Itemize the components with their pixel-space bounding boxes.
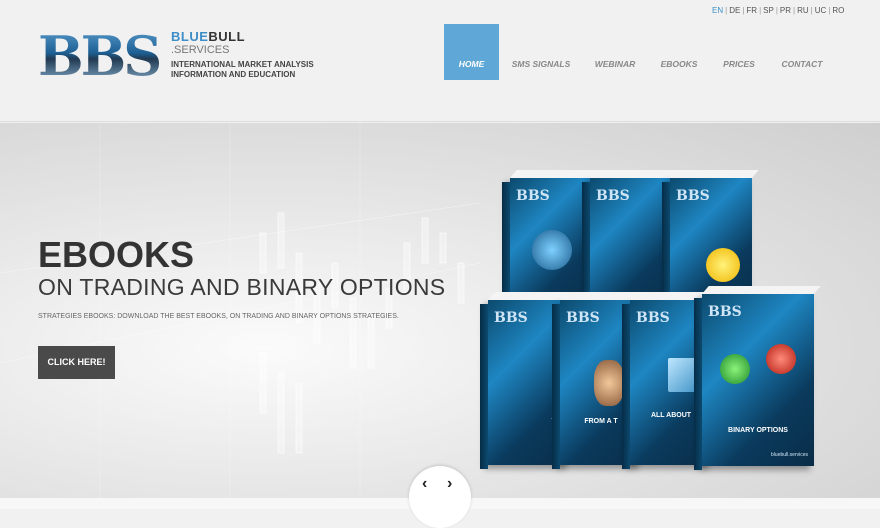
ebook-cover: BBS <box>582 170 679 312</box>
tagline-line2: INFORMATION AND EDUCATION <box>171 70 296 79</box>
book-title: BINARY OPTIONS <box>728 427 788 434</box>
lang-ro[interactable]: RO <box>832 6 844 15</box>
lang-uc[interactable]: UC <box>815 6 827 15</box>
nav-contact[interactable]: CONTACT <box>767 24 837 80</box>
header-divider <box>0 121 880 122</box>
lang-separator: | <box>742 6 745 15</box>
page-edge <box>670 170 759 178</box>
lang-pr[interactable]: PR <box>780 6 791 15</box>
lang-separator: | <box>793 6 796 15</box>
ebooks-image: BBS BBS BBS BBS TRA BBS FROM A T BBS <box>478 148 838 478</box>
book-logo: BBS <box>566 310 600 326</box>
brand-name-part2: BULL <box>208 29 246 44</box>
book-logo: BBS <box>494 310 528 326</box>
lang-separator: | <box>725 6 728 15</box>
lang-sp[interactable]: SP <box>763 6 774 15</box>
click-here-button[interactable]: CLICK HERE! <box>38 346 115 379</box>
lang-fr[interactable]: FR <box>746 6 757 15</box>
site-header: BBS BLUEBULL .SERVICES INTERNATIONAL MAR… <box>0 0 880 122</box>
lang-separator: | <box>759 6 762 15</box>
book-logo: BBS <box>708 304 742 320</box>
up-button-icon <box>720 354 750 384</box>
ebook-cover: BBS <box>502 170 599 312</box>
tagline-line1: INTERNATIONAL MARKET ANALYSIS <box>171 60 314 69</box>
hero-title: EBOOKS <box>38 234 195 275</box>
logo-mark: BBS <box>38 24 162 88</box>
hero-slider: EBOOKS ON TRADING AND BINARY OPTIONS STR… <box>0 123 880 498</box>
page-edge <box>590 170 679 178</box>
hero-subtitle: ON TRADING AND BINARY OPTIONS <box>38 274 446 300</box>
down-button-icon <box>766 344 796 374</box>
book-logo: BBS <box>676 188 710 204</box>
brand-name: BLUEBULL <box>171 30 245 44</box>
main-nav: HOME SMS SIGNALS WEBINAR EBOOKS PRICES C… <box>444 24 837 80</box>
nav-ebooks[interactable]: EBOOKS <box>647 24 711 80</box>
brand-sub: .SERVICES <box>171 44 230 56</box>
book-logo: BBS <box>596 188 630 204</box>
lang-separator: | <box>828 6 831 15</box>
book-logo: BBS <box>636 310 670 326</box>
tagline: INTERNATIONAL MARKET ANALYSIS INFORMATIO… <box>171 60 331 80</box>
brand-name-part1: BLUE <box>171 29 209 44</box>
book-url: bluebull.services <box>771 452 808 458</box>
ebook-cover: BBS BINARY OPTIONS bluebull.services <box>694 286 821 470</box>
woman-photo-icon <box>594 360 624 406</box>
lang-separator: | <box>775 6 778 15</box>
lang-en[interactable]: EN <box>712 6 723 15</box>
lang-ru[interactable]: RU <box>797 6 809 15</box>
nav-webinar[interactable]: WEBINAR <box>583 24 647 80</box>
lang-de[interactable]: DE <box>729 6 740 15</box>
lang-separator: | <box>810 6 813 15</box>
nav-sms-signals[interactable]: SMS SIGNALS <box>499 24 583 80</box>
page-edge <box>510 170 599 178</box>
logo[interactable]: BBS BLUEBULL .SERVICES INTERNATIONAL MAR… <box>38 26 318 86</box>
language-switcher: EN | DE | FR | SP | PR | RU | UC | RO <box>712 6 844 15</box>
prev-slide-button[interactable]: ‹ <box>422 476 427 492</box>
gold-zero-icon <box>706 248 740 282</box>
page-edge <box>702 286 821 294</box>
nav-home[interactable]: HOME <box>444 24 499 80</box>
book-logo: BBS <box>516 188 550 204</box>
cloud-icon <box>532 230 572 270</box>
nav-prices[interactable]: PRICES <box>711 24 767 80</box>
hero-description: STRATEGIES EBOOKS: DOWNLOAD THE BEST EBO… <box>38 313 399 320</box>
slider-controls: ‹ › <box>409 466 471 528</box>
next-slide-button[interactable]: › <box>447 476 452 492</box>
